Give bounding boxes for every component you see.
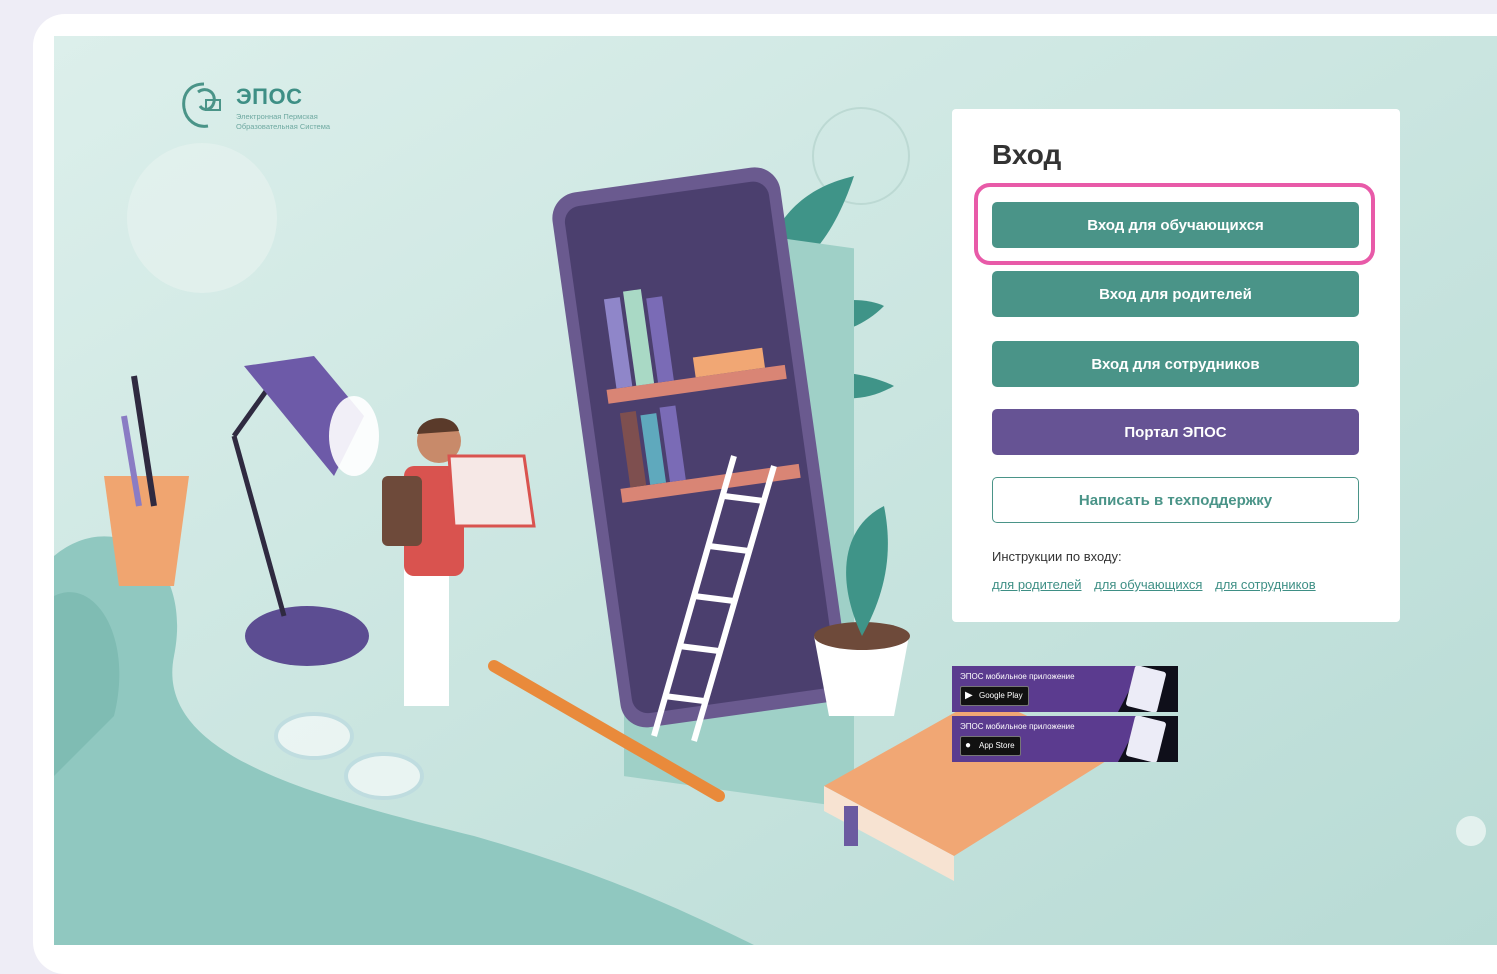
google-play-store-label: Google Play xyxy=(979,691,1023,700)
login-title: Вход xyxy=(992,139,1062,170)
instruction-link-parents[interactable]: для родителей xyxy=(992,577,1082,592)
login-page: ЭПОС Электронная Пермская Образовательна… xyxy=(54,36,1497,945)
app-store-badge-title: ЭПОС мобильное приложение xyxy=(960,722,1075,731)
instruction-links: для родителей для обучающихся для сотруд… xyxy=(992,577,1325,592)
app-store-label: App Store xyxy=(979,741,1015,750)
instructions-label: Инструкции по входу: xyxy=(992,549,1122,564)
students-login-button[interactable]: Вход для обучающихся xyxy=(992,202,1359,248)
app-store-button[interactable]: ● App Store xyxy=(960,736,1021,756)
google-play-badge[interactable]: ЭПОС мобильное приложение ▶ Google Play xyxy=(952,666,1178,712)
google-play-store-button[interactable]: ▶ Google Play xyxy=(960,686,1029,706)
portal-button[interactable]: Портал ЭПОС xyxy=(992,409,1359,455)
instruction-link-staff[interactable]: для сотрудников xyxy=(1215,577,1316,592)
logo-brand: ЭПОС xyxy=(236,84,303,109)
staff-login-button[interactable]: Вход для сотрудников xyxy=(992,341,1359,387)
epos-logo-icon xyxy=(182,82,221,128)
epos-logo[interactable]: ЭПОС Электронная Пермская Образовательна… xyxy=(176,78,376,138)
apple-icon: ● xyxy=(965,740,972,751)
support-button[interactable]: Написать в техподдержку xyxy=(992,477,1359,523)
instruction-link-students[interactable]: для обучающихся xyxy=(1094,577,1202,592)
play-icon: ▶ xyxy=(965,690,973,701)
google-play-badge-title: ЭПОС мобильное приложение xyxy=(960,672,1075,681)
app-store-badge[interactable]: ЭПОС мобильное приложение ● App Store xyxy=(952,716,1178,762)
login-card: Вход Вход для обучающихся Вход для родит… xyxy=(952,109,1400,622)
parents-login-button[interactable]: Вход для родителей xyxy=(992,271,1359,317)
logo-subtitle-line1: Электронная Пермская xyxy=(236,112,318,121)
logo-subtitle-line2: Образовательная Система xyxy=(236,122,331,131)
logo-subtitle: Электронная Пермская Образовательная Сис… xyxy=(236,112,376,132)
